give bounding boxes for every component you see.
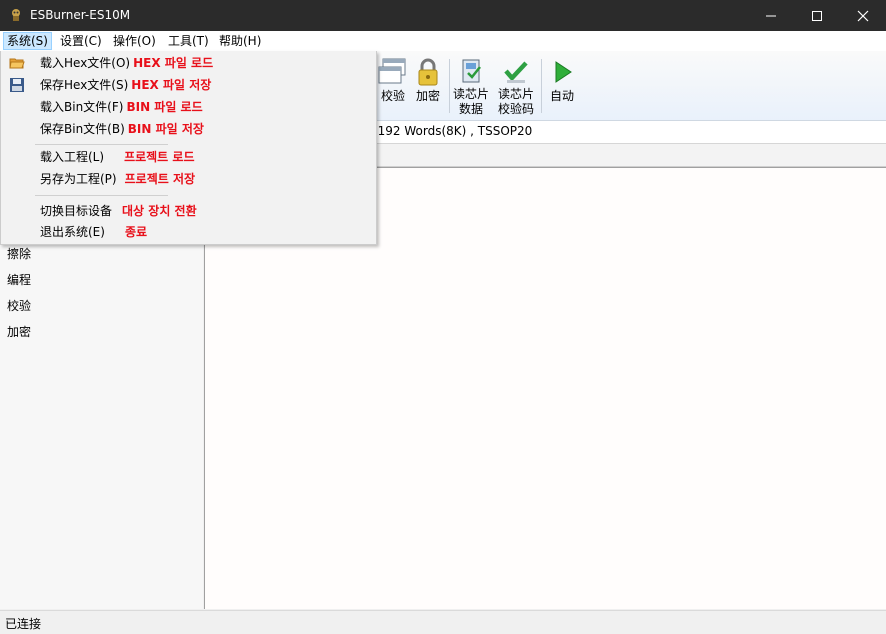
menu-bar: 系统(S) 设置(C) 操作(O) 工具(T) 帮助(H)	[0, 31, 886, 51]
menu-item-label: 载入Hex文件(O)	[40, 56, 131, 70]
read-chip-checksum-label-2: 校验码	[497, 102, 534, 116]
menu-item-load-bin[interactable]: 载入Bin文件(F) BIN 파일 로드	[40, 97, 203, 117]
left-item-encrypt[interactable]: 加密	[7, 323, 31, 340]
left-item-program[interactable]: 编程	[7, 271, 31, 288]
menu-item-label: 保存Hex文件(S)	[40, 78, 129, 92]
minimize-icon	[766, 15, 776, 16]
menu-item-annotation: BIN 파일 로드	[126, 100, 203, 114]
app-icon	[12, 9, 20, 21]
connection-status: 已连接	[5, 617, 42, 631]
menu-item-save-hex[interactable]: 保存Hex文件(S) HEX 파일 저장	[40, 75, 211, 95]
menu-item-label: 另存为工程(P)	[40, 172, 117, 186]
menu-item-label: 保存Bin文件(B)	[40, 122, 125, 136]
menu-item-annotation: 종료	[124, 225, 148, 239]
system-menu-dropdown: 载入Hex文件(O) HEX 파일 로드 保存Hex文件(S) HEX 파일 저장 …	[0, 51, 377, 245]
read-chip-data-label-2: 数据	[458, 102, 483, 116]
encrypt-label: 加密	[415, 89, 440, 103]
read-chip-checksum-label-1: 读芯片	[497, 87, 534, 101]
close-icon	[857, 10, 869, 21]
menu-separator	[35, 195, 168, 196]
maximize-icon	[812, 10, 822, 21]
menu-item-annotation: HEX 파일 로드	[133, 56, 214, 70]
menu-item-label: 切换目标设备	[40, 204, 113, 218]
menu-item-label: 载入Bin文件(F)	[40, 100, 124, 114]
menu-item-exit[interactable]: 退出系统(E) 종료	[40, 222, 147, 242]
checkmark-icon	[504, 61, 528, 83]
menu-tools[interactable]: 工具(T)	[165, 33, 212, 49]
menu-help[interactable]: 帮助(H)	[216, 33, 264, 49]
title-bar: ESBurner-ES10M	[0, 0, 886, 31]
read-chip-checksum-button[interactable]: 读芯片 校验码	[494, 57, 538, 117]
status-bar: 已连接	[0, 610, 886, 634]
open-folder-icon	[9, 58, 25, 69]
verify-windows-icon	[378, 58, 406, 84]
save-disk-icon	[10, 78, 24, 92]
play-icon	[555, 61, 572, 83]
menu-item-annotation: 프로젝트 로드	[124, 150, 195, 164]
lock-icon	[418, 58, 438, 86]
read-chip-data-label-1: 读芯片	[452, 87, 489, 101]
menu-item-label: 载入工程(L)	[40, 150, 105, 164]
menu-item-annotation: 프로젝트 저장	[124, 172, 196, 186]
menu-operation[interactable]: 操作(O)	[110, 33, 159, 49]
chip-info: 8192 Words(8K) , TSSOP20	[370, 124, 533, 138]
auto-button[interactable]: 自动	[540, 57, 584, 117]
menu-separator	[35, 144, 168, 145]
menu-system[interactable]: 系统(S)	[3, 32, 52, 50]
menu-item-save-bin[interactable]: 保存Bin文件(B) BIN 파일 저장	[40, 119, 204, 139]
left-item-verify[interactable]: 校验	[7, 297, 31, 314]
minimize-button[interactable]	[748, 0, 794, 31]
window-title: ESBurner-ES10M	[30, 8, 131, 22]
menu-item-load-project[interactable]: 载入工程(L) 프로젝트 로드	[40, 147, 194, 167]
menu-item-load-hex[interactable]: 载入Hex文件(O) HEX 파일 로드	[40, 53, 213, 73]
encrypt-button[interactable]: 加密	[406, 57, 450, 117]
menu-item-label: 退出系统(E)	[40, 225, 105, 239]
menu-item-save-project-as[interactable]: 另存为工程(P) 프로젝트 저장	[40, 169, 195, 189]
left-item-erase[interactable]: 擦除	[7, 245, 31, 262]
menu-item-switch-target-device[interactable]: 切换目标设备 대상 장치 전환	[40, 201, 197, 221]
maximize-button[interactable]	[794, 0, 840, 31]
auto-label: 自动	[549, 89, 574, 103]
read-chip-data-icon	[462, 59, 481, 83]
close-button[interactable]	[840, 0, 886, 31]
read-chip-data-button[interactable]: 读芯片 数据	[449, 57, 493, 117]
menu-item-annotation: HEX 파일 저장	[131, 78, 212, 92]
menu-item-annotation: BIN 파일 저장	[127, 122, 204, 136]
menu-settings[interactable]: 设置(C)	[57, 33, 105, 49]
menu-item-annotation: 대상 장치 전환	[122, 204, 197, 218]
